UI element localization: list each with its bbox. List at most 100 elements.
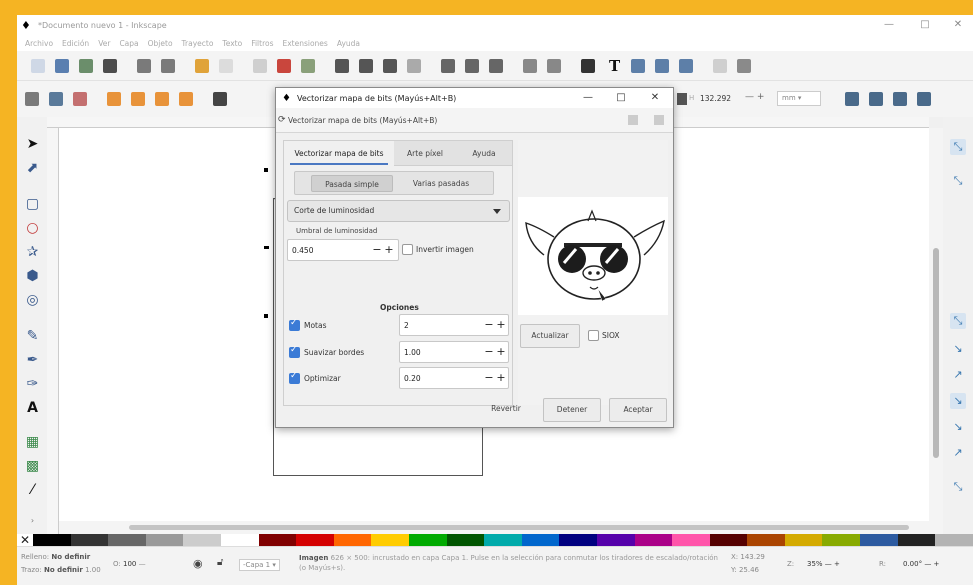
swatch-maroon[interactable]: [258, 534, 297, 546]
threshold-spinbox[interactable]: 0.450 − +: [287, 239, 399, 261]
swatch-white[interactable]: [220, 534, 259, 546]
stop-button[interactable]: Detener: [543, 398, 601, 422]
height-lock-icon[interactable]: [677, 93, 687, 105]
select-all-icon[interactable]: [25, 92, 39, 106]
optimize-value[interactable]: 0.20: [404, 374, 421, 383]
smooth-corners-checkbox[interactable]: [289, 345, 300, 358]
speckles-value[interactable]: 2: [404, 321, 409, 330]
lock-layer-icon[interactable]: 🔓︎: [217, 557, 223, 568]
duplicate-icon[interactable]: [441, 59, 455, 73]
accept-button[interactable]: Aceptar: [609, 398, 667, 422]
undo-icon[interactable]: [195, 59, 209, 73]
close-button[interactable]: ✕: [943, 15, 973, 35]
mesh-tool-icon[interactable]: ▩: [25, 459, 40, 474]
save-document-icon[interactable]: [79, 59, 93, 73]
rotate-ccw-icon[interactable]: [107, 92, 121, 106]
swatch-olive[interactable]: [822, 534, 861, 546]
menu-ayuda[interactable]: Ayuda: [337, 39, 360, 48]
maximize-button[interactable]: □: [910, 15, 940, 35]
clone-icon[interactable]: [465, 59, 479, 73]
redo-icon[interactable]: [219, 59, 233, 73]
zoom-field[interactable]: 35% — +: [807, 560, 840, 568]
tab-trace-bitmap[interactable]: Vectorizar mapa de bits: [284, 141, 394, 166]
pen-tool-icon[interactable]: ✒: [25, 353, 40, 368]
new-document-icon[interactable]: [31, 59, 45, 73]
print-icon[interactable]: [103, 59, 117, 73]
swatch-steel-blue[interactable]: [860, 534, 898, 546]
menu-archivo[interactable]: Archivo: [25, 39, 53, 48]
star-tool-icon[interactable]: ✰: [25, 245, 40, 260]
unlink-clone-icon[interactable]: [489, 59, 503, 73]
snap-centers-icon[interactable]: ⤡: [950, 479, 966, 495]
dock-icon[interactable]: [628, 115, 638, 125]
speckles-decrease-button[interactable]: −: [484, 318, 494, 332]
ellipse-tool-icon[interactable]: ○: [25, 221, 40, 236]
snap-cusp-icon[interactable]: ↘: [950, 393, 966, 409]
swatch-dark-green[interactable]: [446, 534, 485, 546]
optimize-spinbox[interactable]: 0.20 − +: [399, 367, 509, 389]
speckles-checkbox[interactable]: [289, 318, 300, 331]
snap-enable-icon[interactable]: ⤡: [950, 139, 966, 155]
menu-extensiones[interactable]: Extensiones: [282, 39, 327, 48]
menu-filtros[interactable]: Filtros: [251, 39, 273, 48]
paste-icon[interactable]: [301, 59, 315, 73]
multiple-scans-button[interactable]: Varias pasadas: [399, 175, 483, 192]
pencil-tool-icon[interactable]: ✎: [25, 329, 40, 344]
calligraphy-tool-icon[interactable]: ✑: [25, 377, 40, 392]
zoom-page-icon[interactable]: [383, 59, 397, 73]
spiral-tool-icon[interactable]: ◎: [25, 293, 40, 308]
height-stepper[interactable]: — +: [745, 92, 764, 102]
detection-mode-select[interactable]: Corte de luminosidad: [287, 200, 510, 222]
swatch-black[interactable]: [33, 534, 71, 546]
preferences-icon[interactable]: [713, 59, 727, 73]
speckles-spinbox[interactable]: 2 − +: [399, 314, 509, 336]
swatch-red[interactable]: [296, 534, 334, 546]
text-font-icon[interactable]: T: [609, 57, 620, 75]
swatch-gray-20[interactable]: [70, 534, 109, 546]
document-properties-icon[interactable]: [737, 59, 751, 73]
swatch-yellow[interactable]: [371, 534, 409, 546]
height-value[interactable]: 132.292: [700, 94, 731, 103]
group-icon[interactable]: [523, 59, 537, 73]
layer-select[interactable]: -Capa 1 ▾: [239, 559, 280, 571]
snap-nodes-icon[interactable]: ⤡: [950, 313, 966, 329]
selector-tool-icon[interactable]: ➤: [25, 137, 40, 152]
dialog-close-button[interactable]: ✕: [644, 88, 666, 108]
swatch-gray-80[interactable]: [183, 534, 221, 546]
handle-top-left[interactable]: [264, 168, 268, 172]
fill-indicator[interactable]: Relleno: No definir: [21, 553, 90, 561]
swatch-pink[interactable]: [672, 534, 710, 546]
menu-ver[interactable]: Ver: [98, 39, 110, 48]
threshold-value[interactable]: 0.450: [292, 246, 313, 255]
update-preview-button[interactable]: Actualizar: [520, 324, 580, 348]
handle-middle-left[interactable]: [264, 246, 269, 249]
swatch-orange[interactable]: [333, 534, 372, 546]
open-document-icon[interactable]: [55, 59, 69, 73]
snap-paths-icon[interactable]: ↘: [950, 341, 966, 357]
align-distribute-icon[interactable]: [679, 59, 693, 73]
menu-trayecto[interactable]: Trayecto: [182, 39, 214, 48]
snap-smooth-icon[interactable]: ↘: [950, 419, 966, 435]
flip-horizontal-icon[interactable]: [155, 92, 169, 106]
rotate-cw-icon[interactable]: [131, 92, 145, 106]
zoom-selection-icon[interactable]: [335, 59, 349, 73]
menu-texto[interactable]: Texto: [222, 39, 242, 48]
swatch-near-black[interactable]: [897, 534, 936, 546]
handle-bottom-left[interactable]: [264, 314, 268, 318]
ungroup-icon[interactable]: [547, 59, 561, 73]
smooth-corners-value[interactable]: 1.00: [404, 348, 421, 357]
swatch-green[interactable]: [408, 534, 447, 546]
swatch-gray-40[interactable]: [108, 534, 146, 546]
swatch-silver[interactable]: [935, 534, 973, 546]
swatch-purple[interactable]: [596, 534, 635, 546]
menu-edicion[interactable]: Edición: [62, 39, 89, 48]
vertical-scrollbar[interactable]: [929, 128, 943, 534]
fill-stroke-icon[interactable]: [581, 59, 595, 73]
gradient-tool-icon[interactable]: ▦: [25, 435, 40, 450]
select-all-layers-icon[interactable]: [49, 92, 63, 106]
no-paint-swatch[interactable]: ✕: [17, 534, 33, 546]
scale-corners-icon[interactable]: [869, 92, 883, 106]
move-gradients-icon[interactable]: [893, 92, 907, 106]
toolbox-expand-icon[interactable]: ›: [25, 513, 40, 528]
swatch-teal[interactable]: [484, 534, 522, 546]
